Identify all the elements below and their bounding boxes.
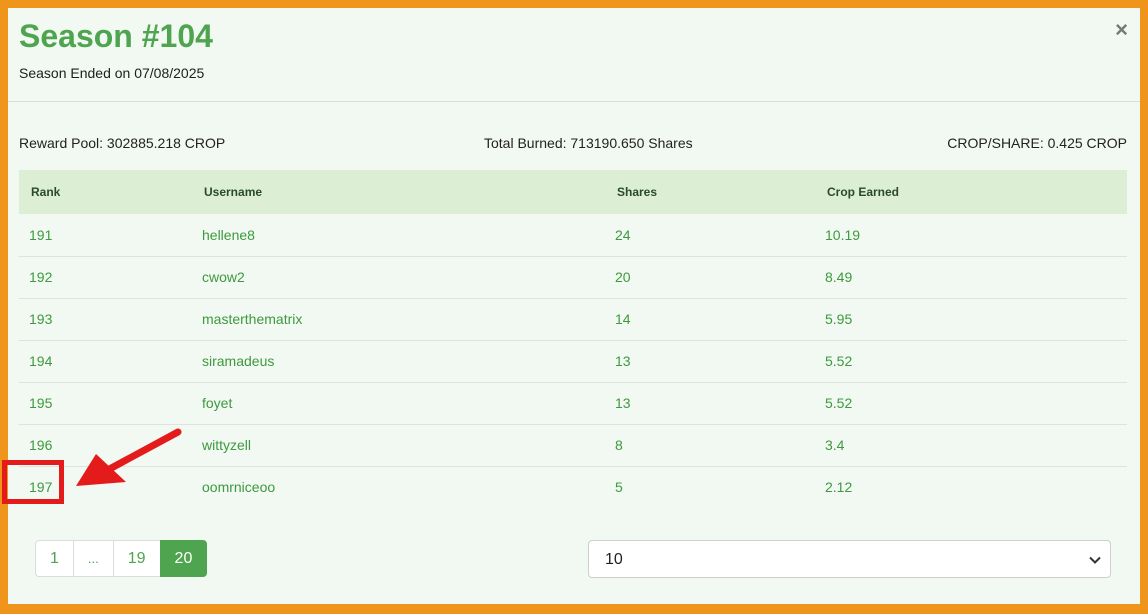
crop-earned-cell: 5.52	[815, 382, 1127, 425]
annotation-highlight-box	[2, 460, 64, 504]
page-ellipsis[interactable]: ...	[72, 540, 114, 577]
table-row: 197 oomrniceoo 5 2.12	[19, 466, 1127, 508]
pagination: 1 ... 19 20	[35, 540, 208, 577]
annotation-arrow-icon	[76, 428, 182, 486]
table-header-row: Rank Username Shares Crop Earned	[19, 170, 1127, 214]
table-row: 194 siramadeus 13 5.52	[19, 340, 1127, 383]
column-header-crop-earned[interactable]: Crop Earned	[815, 170, 1127, 214]
total-burned: Total Burned: 713190.650 Shares	[484, 135, 693, 151]
season-end-date: Season Ended on 07/08/2025	[19, 65, 205, 81]
table-row: 193 masterthematrix 14 5.95	[19, 298, 1127, 341]
crop-earned-cell: 2.12	[825, 479, 853, 496]
crop-earned-cell: 3.4	[815, 424, 1127, 467]
modal-header: Season #104 Season Ended on 07/08/2025 ×	[8, 8, 1140, 102]
rank-cell: 194	[19, 340, 192, 383]
table-row: 196 wittyzell 8 3.4	[19, 424, 1127, 467]
shares-cell: 14	[605, 298, 815, 341]
rank-cell: 191	[19, 214, 192, 257]
shares-cell: 20	[605, 256, 815, 299]
username-cell: siramadeus	[192, 340, 605, 383]
column-header-username[interactable]: Username	[192, 170, 605, 214]
username-cell: foyet	[192, 382, 605, 425]
crop-earned-cell: 10.19	[815, 214, 1127, 257]
chevron-down-icon	[1089, 556, 1101, 564]
crop-earned-cell: 5.52	[815, 340, 1127, 383]
username-cell: oomrniceoo	[202, 479, 276, 496]
crop-earned-cell: 8.49	[815, 256, 1127, 299]
shares-cell: 5	[615, 479, 623, 496]
crop-earned-cell: 5.95	[815, 298, 1127, 341]
username-cell: masterthematrix	[192, 298, 605, 341]
shares-cell: 13	[605, 340, 815, 383]
reward-pool: Reward Pool: 302885.218 CROP	[19, 135, 226, 151]
rank-cell: 192	[19, 256, 192, 299]
page-size-value: 10	[605, 551, 623, 568]
close-icon[interactable]: ×	[1115, 19, 1128, 41]
username-cell: hellene8	[192, 214, 605, 257]
column-header-shares[interactable]: Shares	[605, 170, 815, 214]
page-button-1[interactable]: 1	[35, 540, 74, 577]
username-cell: wittyzell	[192, 424, 605, 467]
rank-cell: 195	[19, 382, 192, 425]
table-row: 191 hellene8 24 10.19	[19, 214, 1127, 257]
season-modal: Season #104 Season Ended on 07/08/2025 ×…	[8, 8, 1140, 604]
shares-cell: 24	[605, 214, 815, 257]
season-stats: Reward Pool: 302885.218 CROP Total Burne…	[19, 135, 1127, 155]
page-size-select[interactable]: 10	[588, 540, 1111, 578]
username-cell: cwow2	[192, 256, 605, 299]
leaderboard-table: Rank Username Shares Crop Earned 191 hel…	[19, 170, 1127, 508]
shares-cell: 13	[605, 382, 815, 425]
column-header-rank[interactable]: Rank	[19, 170, 192, 214]
table-row: 195 foyet 13 5.52	[19, 382, 1127, 425]
page-button-19[interactable]: 19	[112, 540, 161, 577]
crop-per-share: CROP/SHARE: 0.425 CROP	[947, 135, 1127, 151]
page-button-20-active[interactable]: 20	[159, 540, 208, 577]
shares-cell: 8	[605, 424, 815, 467]
page-title: Season #104	[19, 18, 213, 54]
rank-cell: 193	[19, 298, 192, 341]
table-row: 192 cwow2 20 8.49	[19, 256, 1127, 299]
